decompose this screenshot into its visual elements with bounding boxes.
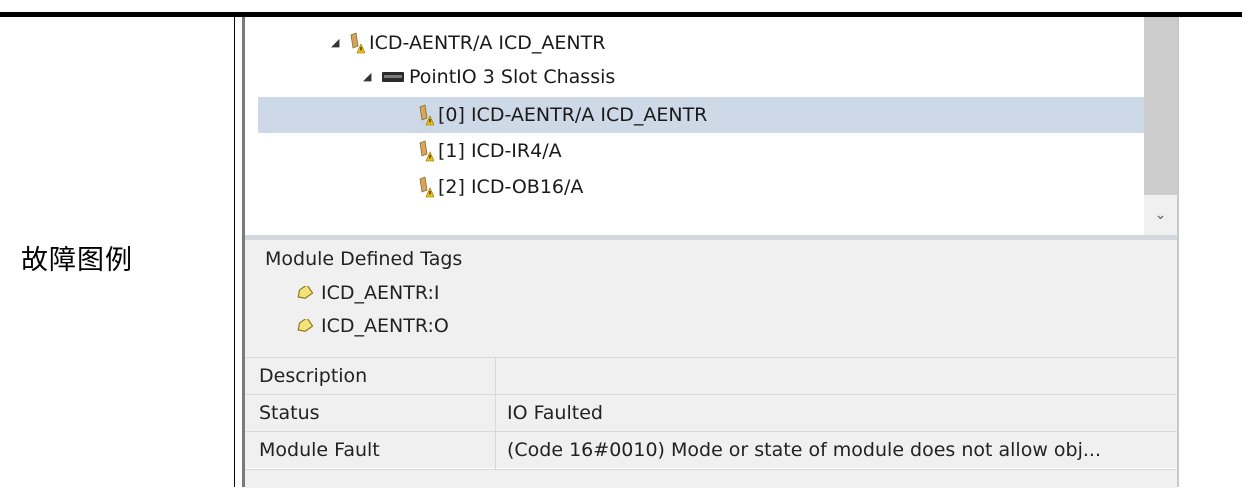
tree-item-label: ICD-AENTR/A ICD_AENTR xyxy=(369,32,606,54)
expand-triangle-icon[interactable]: ◢ xyxy=(363,59,381,95)
module-fault-icon xyxy=(419,176,434,198)
expand-triangle-icon[interactable]: ◢ xyxy=(331,25,349,61)
property-value: (Code 16#0010) Mode or state of module d… xyxy=(507,439,1102,461)
tree-item-label: [1] ICD-IR4/A xyxy=(438,140,562,162)
tree-item-label: [0] ICD-AENTR/A ICD_AENTR xyxy=(438,104,708,126)
property-key: Description xyxy=(259,365,368,387)
property-value: IO Faulted xyxy=(507,402,603,424)
module-tags-panel: Module Defined Tags ICD_AENTR:I ICD_AENT… xyxy=(245,240,1177,357)
table-column-divider xyxy=(234,17,235,487)
property-key: Module Fault xyxy=(259,439,380,461)
tree-item-slot-0[interactable]: [0] ICD-AENTR/A ICD_AENTR xyxy=(258,97,1144,133)
module-fault-icon xyxy=(350,32,365,54)
module-fault-icon xyxy=(419,104,434,126)
tree-item-slot-2[interactable]: [2] ICD-OB16/A xyxy=(418,169,583,205)
vertical-scrollbar[interactable]: ⌄ xyxy=(1144,17,1177,235)
tags-title: Module Defined Tags xyxy=(265,248,463,270)
tag-icon xyxy=(297,319,313,332)
frame-edge xyxy=(1177,17,1179,487)
tag-label: ICD_AENTR:O xyxy=(321,315,449,337)
property-grid-footer xyxy=(245,469,1177,488)
controller-organizer-screenshot: ◢ ICD-AENTR/A ICD_AENTR ◢ PointIO 3 Slot… xyxy=(242,17,1179,488)
row-label: 故障图例 xyxy=(21,245,133,276)
tag-label: ICD_AENTR:I xyxy=(321,282,440,304)
property-grid-divider xyxy=(495,357,496,469)
tree-item-adapter[interactable]: ◢ ICD-AENTR/A ICD_AENTR xyxy=(331,25,605,61)
property-row-status[interactable]: Status IO Faulted xyxy=(245,394,1177,431)
tag-item-output[interactable]: ICD_AENTR:O xyxy=(295,315,449,337)
tag-icon xyxy=(297,286,313,299)
property-key: Status xyxy=(259,402,320,424)
tree-item-slot-1[interactable]: [1] ICD-IR4/A xyxy=(418,133,562,169)
scroll-down-arrow-icon[interactable]: ⌄ xyxy=(1144,203,1177,227)
tree-item-label: PointIO 3 Slot Chassis xyxy=(409,66,616,88)
tag-item-input[interactable]: ICD_AENTR:I xyxy=(295,282,439,304)
module-fault-icon xyxy=(419,140,434,162)
io-tree: ◢ ICD-AENTR/A ICD_AENTR ◢ PointIO 3 Slot… xyxy=(245,17,1177,235)
property-row-module-fault[interactable]: Module Fault (Code 16#0010) Mode or stat… xyxy=(245,431,1177,468)
scrollbar-thumb[interactable] xyxy=(1144,17,1177,195)
tree-item-label: [2] ICD-OB16/A xyxy=(438,176,584,198)
property-row-description[interactable]: Description xyxy=(245,357,1177,394)
tree-item-chassis[interactable]: ◢ PointIO 3 Slot Chassis xyxy=(363,59,615,95)
chassis-icon xyxy=(382,72,404,82)
property-grid: Description Status IO Faulted Module Fau… xyxy=(245,357,1177,468)
